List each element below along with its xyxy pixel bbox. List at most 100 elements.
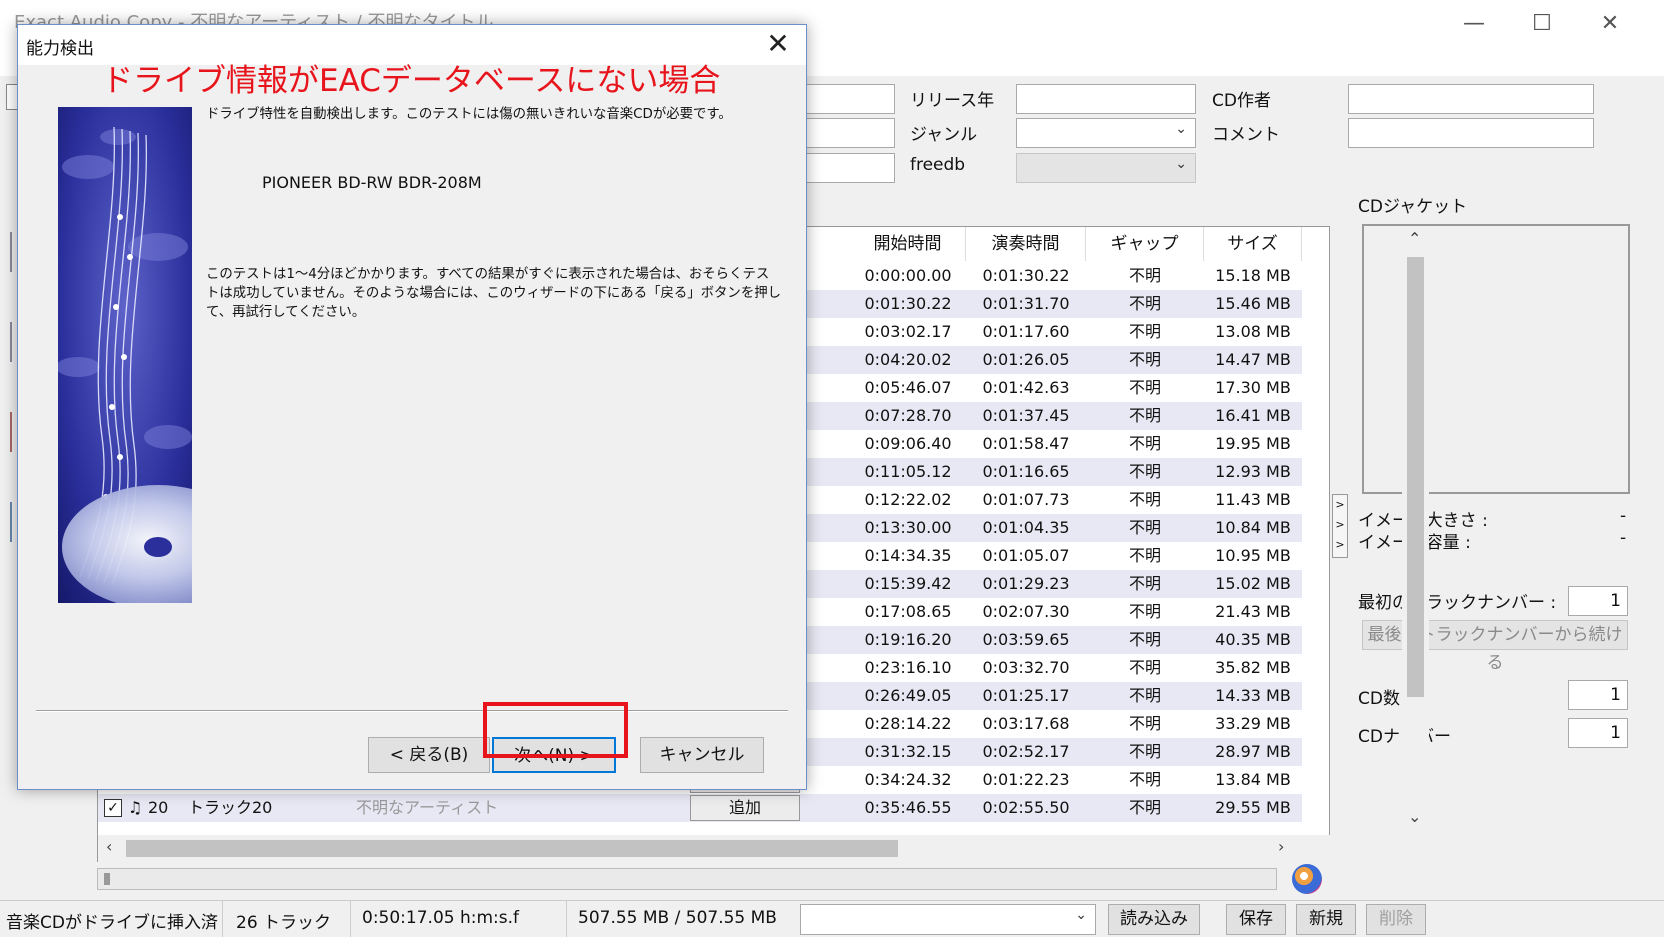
cell-size: 19.95 MB <box>1215 434 1291 453</box>
column-header-length[interactable]: 演奏時間 <box>966 227 1086 261</box>
drive-name: PIONEER BD-RW BDR-208M <box>262 173 482 192</box>
release-year-input[interactable] <box>1016 84 1196 114</box>
cell-length: 0:02:52.17 <box>982 742 1070 761</box>
close-button[interactable]: ✕ <box>1590 8 1630 40</box>
cell-size: 10.84 MB <box>1215 518 1291 537</box>
track-artist[interactable]: 不明なアーティスト <box>356 794 516 822</box>
scroll-down-icon[interactable]: ⌄ <box>1408 807 1421 826</box>
cell-length: 0:01:22.23 <box>982 770 1070 789</box>
cell-gap: 不明 <box>1128 322 1161 341</box>
cd-number-input[interactable]: 1 <box>1568 718 1628 748</box>
dialog-note-line-2: トは成功していません。そのような場合には、このウィザードの下にある「戻る」ボタン… <box>206 286 781 301</box>
column-header-gap[interactable]: ギャップ <box>1086 227 1204 261</box>
cell-gap: 不明 <box>1128 434 1161 453</box>
scroll-right-icon[interactable]: › <box>1278 837 1284 856</box>
cell-start: 0:09:06.40 <box>864 434 952 453</box>
cell-start: 0:23:16.10 <box>864 658 952 677</box>
capability-detection-dialog: 能力検出 ✕ ドライブ情報がEACデータベースにない場合 ドライブ特性を自動検出… <box>17 24 807 790</box>
annotation-highlight-box <box>483 702 628 758</box>
cd-author-label: CD作者 <box>1212 91 1271 111</box>
maximize-button[interactable]: ☐ <box>1522 8 1562 40</box>
cell-length: 0:01:04.35 <box>982 518 1070 537</box>
cd-jacket-label: CDジャケット <box>1358 197 1468 217</box>
cell-size: 15.18 MB <box>1215 266 1291 285</box>
cell-start: 0:13:30.00 <box>864 518 952 537</box>
delete-button[interactable]: 削除 <box>1366 904 1426 935</box>
cell-gap: 不明 <box>1128 546 1161 565</box>
horizontal-scroll-thumb[interactable] <box>126 840 898 857</box>
cell-size: 33.29 MB <box>1215 714 1291 733</box>
cell-size: 11.43 MB <box>1215 490 1291 509</box>
expand-panel-button[interactable]: > > > <box>1332 494 1348 558</box>
drive-select[interactable]: ⌄ <box>800 904 1096 935</box>
cell-length: 0:01:25.17 <box>982 686 1070 705</box>
album-artist-input[interactable] <box>800 118 895 148</box>
cell-gap: 不明 <box>1128 686 1161 705</box>
minimize-button[interactable]: — <box>1454 8 1494 40</box>
cell-start: 0:26:49.05 <box>864 686 952 705</box>
cell-start: 0:31:32.15 <box>864 742 952 761</box>
album-title-input[interactable] <box>800 84 895 114</box>
cell-length: 0:01:58.47 <box>982 434 1070 453</box>
vertical-scroll-thumb[interactable] <box>1407 257 1424 697</box>
cell-gap: 不明 <box>1128 266 1161 285</box>
column-header-size[interactable]: サイズ <box>1204 227 1302 261</box>
wizard-music-cd-image <box>58 107 192 603</box>
comment-input[interactable] <box>1348 118 1594 148</box>
cd-count-input[interactable]: 1 <box>1568 680 1628 710</box>
chevron-down-icon: ⌄ <box>1175 121 1187 137</box>
dialog-close-icon[interactable]: ✕ <box>760 27 796 61</box>
cd-disc-icon[interactable] <box>1292 864 1322 894</box>
vertical-scrollbar[interactable]: ⌃ ⌄ <box>1402 227 1429 835</box>
cell-size: 40.35 MB <box>1215 630 1291 649</box>
music-note-icon: ♫ <box>127 798 143 817</box>
back-button[interactable]: < 戻る(B) <box>368 737 490 773</box>
cell-size: 10.95 MB <box>1215 546 1291 565</box>
cell-gap: 不明 <box>1128 630 1161 649</box>
new-button[interactable]: 新規 <box>1296 904 1356 935</box>
load-button[interactable]: 読み込み <box>1108 904 1200 935</box>
add-button[interactable]: 追加 <box>690 795 800 821</box>
cell-gap: 不明 <box>1128 742 1161 761</box>
cell-start: 0:04:20.02 <box>864 350 952 369</box>
table-row[interactable]: ✓ ♫ 20 トラック20 不明なアーティスト 追加 0:35:46.55 0:02:55.5… <box>98 794 1302 822</box>
cell-gap: 不明 <box>1128 406 1161 425</box>
status-cd-inserted: 音楽CDがドライブに挿入済 <box>6 913 218 933</box>
cell-size: 13.84 MB <box>1215 770 1291 789</box>
first-track-input[interactable]: 1 <box>1568 586 1628 616</box>
cell-gap: 不明 <box>1128 462 1161 481</box>
cell-length: 0:02:55.50 <box>982 798 1070 817</box>
column-header-start[interactable]: 開始時間 <box>850 227 966 261</box>
cell-length: 0:01:05.07 <box>982 546 1070 565</box>
scroll-up-icon[interactable]: ⌃ <box>1408 229 1421 248</box>
cell-size: 35.82 MB <box>1215 658 1291 677</box>
genre-label: ジャンル <box>910 125 978 145</box>
freedb-select[interactable]: ⌄ <box>1016 153 1196 183</box>
cell-length: 0:03:17.68 <box>982 714 1070 733</box>
cell-length: 0:01:37.45 <box>982 406 1070 425</box>
image-size-value: - <box>1620 506 1627 526</box>
cell-gap: 不明 <box>1128 658 1161 677</box>
genre-select[interactable]: ⌄ <box>1016 118 1196 148</box>
track-checkbox[interactable]: ✓ <box>104 799 122 817</box>
scroll-left-icon[interactable]: ‹ <box>106 837 112 856</box>
horizontal-scrollbar[interactable]: ‹ › <box>98 835 1402 862</box>
cell-gap: 不明 <box>1128 714 1161 733</box>
save-button[interactable]: 保存 <box>1226 904 1286 935</box>
status-track-count: 26 トラック <box>236 913 332 933</box>
cell-gap: 不明 <box>1128 350 1161 369</box>
cell-length: 0:01:16.65 <box>982 462 1070 481</box>
status-total-time: 0:50:17.05 h:m:s.f <box>362 908 520 928</box>
dialog-intro-text: ドライブ特性を自動検出します。このテストには傷の無いきれいな音楽CDが必要です。 <box>206 107 732 122</box>
annotation-caption: ドライブ情報がEACデータベースにない場合 <box>102 63 721 99</box>
dialog-note-line-1: このテストは1～4分ほどかかります。すべての結果がすぐに表示された場合は、おそら… <box>206 267 770 282</box>
album-field-input[interactable] <box>800 153 895 183</box>
cell-gap: 不明 <box>1128 294 1161 313</box>
cell-start: 0:12:22.02 <box>864 490 952 509</box>
track-title[interactable]: トラック20 <box>188 794 348 822</box>
cd-author-input[interactable] <box>1348 84 1594 114</box>
cancel-button[interactable]: キャンセル <box>640 737 764 773</box>
seek-bar[interactable] <box>97 868 1277 890</box>
seek-handle[interactable] <box>104 873 110 885</box>
cell-start: 0:19:16.20 <box>864 630 952 649</box>
